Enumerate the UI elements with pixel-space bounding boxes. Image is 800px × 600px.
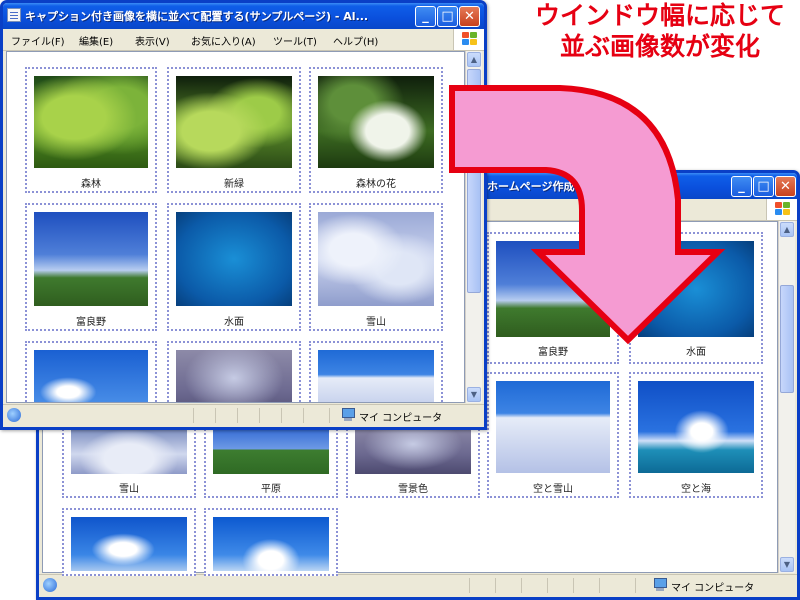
maximize-icon: □ [757,179,770,194]
tile-caption: 水面 [686,347,706,358]
back-window-title: ホームページ作成 - ... Intern... [487,180,654,193]
fresh-green-image [176,76,292,168]
front-menu-bar: ファイル(F) 編集(E) 表示(V) お気に入り(A) ツール(T) ヘルプ(… [3,29,484,51]
close-icon: ✕ [780,179,791,194]
tile-fresh-green[interactable]: 新緑 [167,67,301,193]
tile-caption: 雪山 [366,317,386,328]
tile-water-surface[interactable]: 水面 [167,203,301,331]
caption-line-2: 並ぶ画像数が変化 [559,32,760,61]
tile-caption: 富良野 [538,347,568,358]
windows-logo-icon [453,29,484,50]
tile-caption: 空と雪山 [533,484,573,495]
back-maximize-button[interactable]: □ [753,176,774,197]
tile-forest[interactable]: 森林 [25,67,157,193]
scroll-up-icon[interactable]: ▲ [780,222,794,237]
sky-sea-image [638,381,754,473]
back-minimize-button[interactable]: _ [731,176,752,197]
windows-logo-icon [766,199,797,220]
front-minimize-button[interactable]: _ [415,6,436,27]
back-status-text: マイ コンピュータ [671,583,755,594]
tile-caption: 森林の花 [356,179,396,190]
menu-favorites[interactable]: お気に入り(A) [191,33,256,48]
snowy-trees-image [176,350,292,402]
page-status-icon [43,578,57,592]
page-icon [7,8,21,22]
tile-snowy-trees[interactable] [167,341,301,402]
close-icon: ✕ [464,9,475,24]
my-computer-icon [653,578,667,591]
snowscape-image [355,424,471,474]
sky-image [34,350,148,402]
front-close-button[interactable]: ✕ [459,6,480,27]
sky-cloud-image [71,517,187,571]
front-status-text: マイ コンピュータ [359,413,443,424]
forest-flower-image [318,76,434,168]
scroll-down-icon[interactable]: ▼ [780,557,794,572]
tile-caption: 雪景色 [398,484,428,495]
back-tile-sky-snow-mountain[interactable]: 空と雪山 [487,372,619,498]
water-surface-image [638,241,754,337]
front-window-title-bar[interactable]: キャプション付き画像を横に並べて配置する(サンプルページ) - Al... _ … [3,3,484,29]
forest-image [34,76,148,168]
tile-snow-mountain[interactable]: 雪山 [309,203,443,331]
plain-image [213,424,329,474]
back-tile-sky-cloud[interactable] [62,508,196,576]
scroll-down-icon[interactable]: ▼ [467,387,481,402]
front-window-title: キャプション付き画像を横に並べて配置する(サンプルページ) - Al... [25,10,369,23]
back-tile-plain[interactable]: 平原 [204,418,338,498]
back-tile-snowscape[interactable]: 雪景色 [346,418,480,498]
back-scroll-thumb[interactable] [780,285,794,393]
menu-tools[interactable]: ツール(T) [273,33,317,48]
menu-edit[interactable]: 編集(E) [79,33,113,48]
back-tile-snow-mountain[interactable]: 雪山 [62,418,196,498]
front-vertical-scrollbar[interactable]: ▲ ▼ [465,51,482,403]
back-tile-sky-sea[interactable]: 空と海 [629,372,763,498]
back-tile-blue-sky[interactable] [204,508,338,576]
blue-sky-image [213,517,329,571]
tile-sky-snow[interactable] [309,341,443,402]
back-vertical-scrollbar[interactable]: ▲ ▼ [778,221,795,573]
tile-caption: 富良野 [76,317,106,328]
front-status-bar: マイ コンピュータ [3,404,484,427]
tile-caption: 雪山 [119,484,139,495]
tile-furano[interactable]: 富良野 [25,203,157,331]
menu-help[interactable]: ヘルプ(H) [333,33,378,48]
tile-caption: 平原 [261,484,281,495]
snow-mountain-image [318,212,434,306]
my-computer-icon [341,408,355,421]
sky-snow-mountain-image [496,381,610,473]
scroll-up-icon[interactable]: ▲ [467,52,481,67]
back-tile-water[interactable]: 水面 [629,232,763,364]
front-page-content: 森林 新緑 森林の花 富良野 水面 雪山 [6,51,465,403]
maximize-icon: □ [441,9,454,24]
caption-heading: ウインドウ幅に応じて 並ぶ画像数が変化 [520,0,800,62]
tile-caption: 新緑 [224,179,244,190]
water-surface-image [176,212,292,306]
front-scroll-thumb[interactable] [467,69,481,293]
front-maximize-button[interactable]: □ [437,6,458,27]
snow-mountain-image [71,424,187,474]
tile-caption: 水面 [224,317,244,328]
menu-view[interactable]: 表示(V) [135,33,170,48]
minimize-icon: _ [422,9,429,24]
front-browser-window: キャプション付き画像を横に並べて配置する(サンプルページ) - Al... _ … [0,0,487,430]
tile-caption: 空と海 [681,484,711,495]
furano-image [34,212,148,306]
menu-file[interactable]: ファイル(F) [11,33,65,48]
page-status-icon [7,408,21,422]
back-close-button[interactable]: ✕ [775,176,796,197]
tile-sky[interactable] [25,341,157,402]
back-status-bar: マイ コンピュータ [39,574,797,597]
furano-image [496,241,610,337]
tile-forest-flower[interactable]: 森林の花 [309,67,443,193]
minimize-icon: _ [738,179,745,194]
caption-line-1: ウインドウ幅に応じて [534,1,785,30]
back-tile-furano[interactable]: 富良野 [487,232,619,364]
tile-caption: 森林 [81,179,101,190]
sky-snow-image [318,350,434,402]
